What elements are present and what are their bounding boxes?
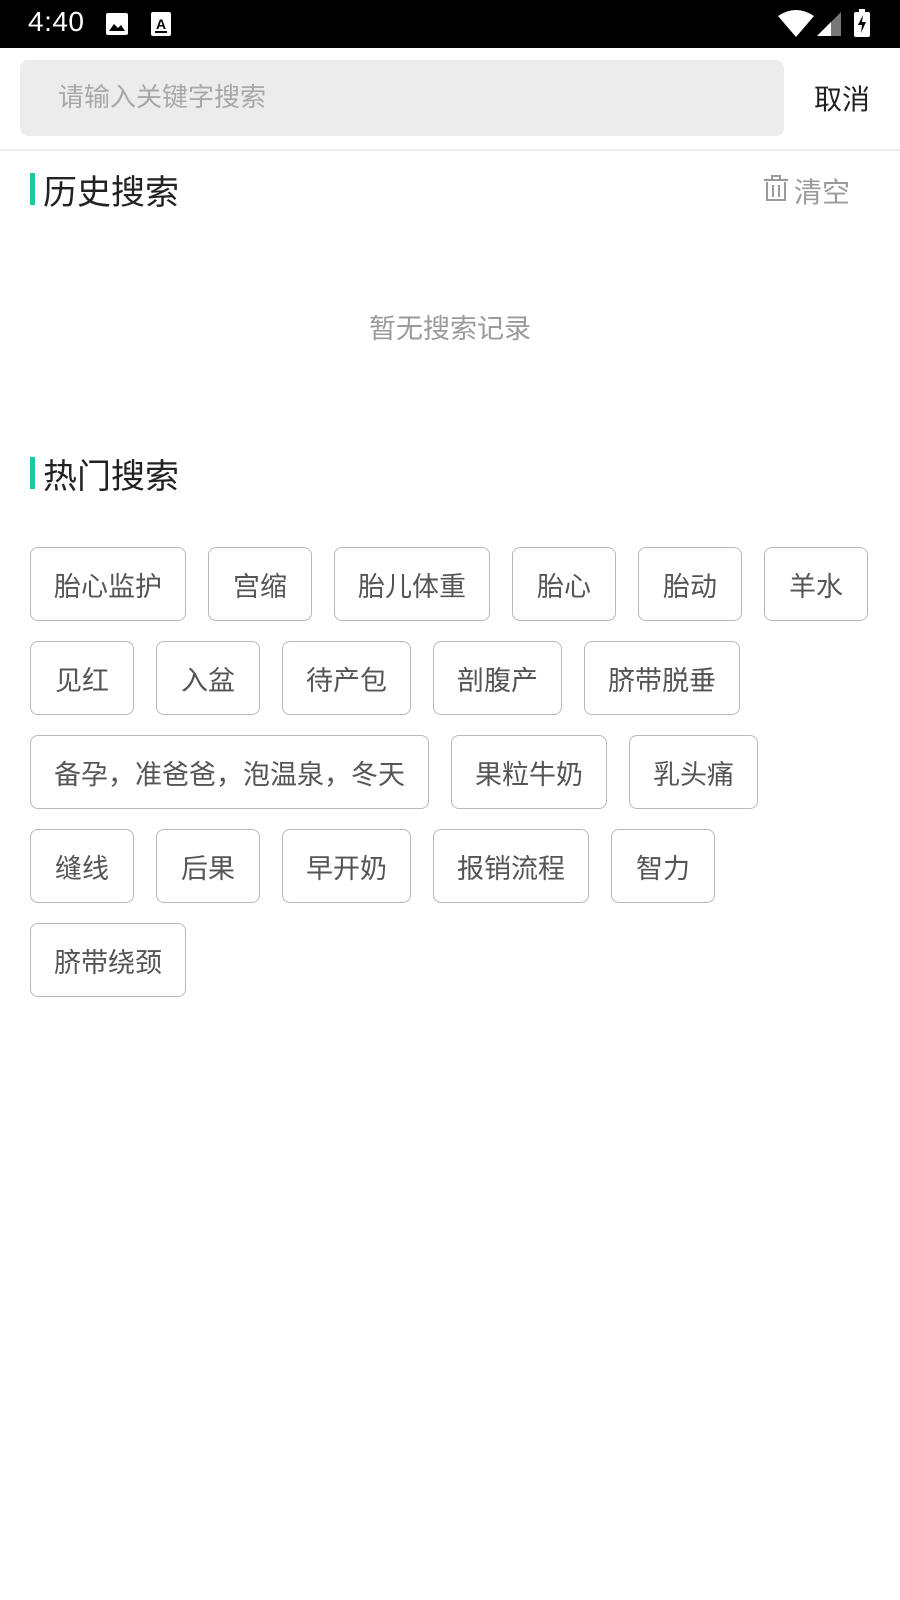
hot-tag[interactable]: 待产包 <box>282 641 411 715</box>
hot-tag[interactable]: 早开奶 <box>282 829 411 903</box>
hot-tag[interactable]: 胎心监护 <box>30 547 186 621</box>
trash-icon <box>763 174 794 208</box>
text-a-icon: A <box>151 12 171 40</box>
search-header: 取消 <box>0 48 900 151</box>
status-bar: 4:40 A <box>0 0 900 48</box>
status-time: 4:40 <box>28 6 85 37</box>
hot-tag[interactable]: 见红 <box>30 641 134 715</box>
history-title: 历史搜索 <box>43 172 179 213</box>
history-section-title: 历史搜索 <box>30 169 179 213</box>
hot-tag[interactable]: 胎动 <box>638 547 742 621</box>
clear-history-button[interactable]: 清空 <box>763 171 850 211</box>
hot-tag[interactable]: 胎儿体重 <box>334 547 490 621</box>
hot-tag[interactable]: 后果 <box>156 829 260 903</box>
search-box <box>20 60 784 136</box>
hot-tag[interactable]: 入盆 <box>156 641 260 715</box>
hot-tag[interactable]: 报销流程 <box>433 829 589 903</box>
battery-charging-icon <box>854 9 870 41</box>
hot-tag[interactable]: 果粒牛奶 <box>451 735 607 809</box>
hot-tag[interactable]: 脐带绕颈 <box>30 923 186 997</box>
hot-section-title: 热门搜索 <box>30 453 179 497</box>
hot-tag[interactable]: 智力 <box>611 829 715 903</box>
clear-label: 清空 <box>793 176 850 209</box>
section-accent-bar <box>30 457 35 489</box>
hot-tags-list: 胎心监护 宫缩 胎儿体重 胎心 胎动 羊水 见红 入盆 待产包 剖腹产 脐带脱垂… <box>30 547 870 997</box>
hot-tag[interactable]: 备孕，准爸爸，泡温泉，冬天 <box>30 735 429 809</box>
history-empty-text: 暂无搜索记录 <box>369 314 531 345</box>
image-icon <box>106 13 128 39</box>
wifi-icon <box>778 10 814 42</box>
hot-tag[interactable]: 乳头痛 <box>629 735 758 809</box>
signal-icon <box>817 12 841 40</box>
hot-tag[interactable]: 羊水 <box>764 547 868 621</box>
hot-title: 热门搜索 <box>43 456 179 497</box>
hot-tag[interactable]: 缝线 <box>30 829 134 903</box>
hot-tag[interactable]: 剖腹产 <box>433 641 562 715</box>
hot-tag[interactable]: 脐带脱垂 <box>584 641 740 715</box>
section-accent-bar <box>30 173 35 205</box>
hot-tag[interactable]: 宫缩 <box>208 547 312 621</box>
svg-text:A: A <box>156 16 166 32</box>
search-input[interactable] <box>20 60 784 136</box>
hot-tag[interactable]: 胎心 <box>512 547 616 621</box>
cancel-button[interactable]: 取消 <box>814 78 870 118</box>
